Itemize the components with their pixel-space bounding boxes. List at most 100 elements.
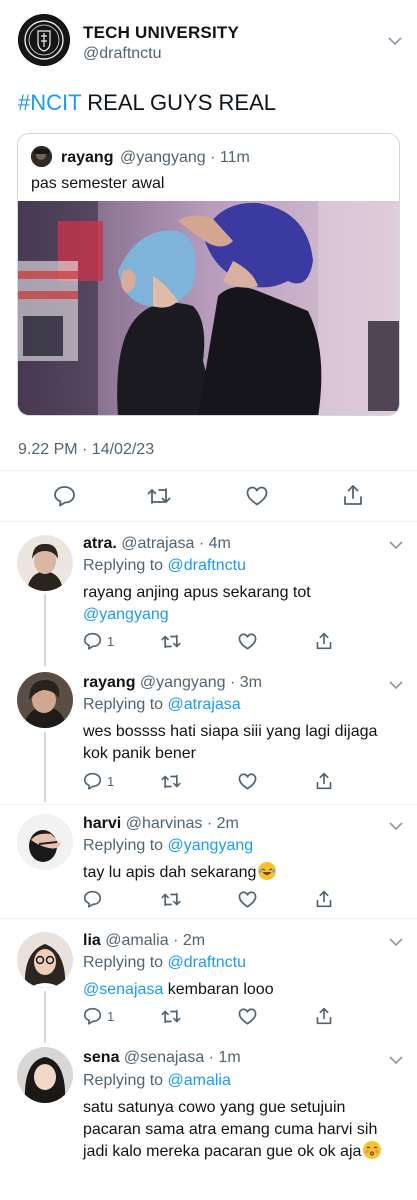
reply-item[interactable]: atra. @atrajasa · 4m Replying to @draftn…: [0, 522, 417, 666]
share-icon: [316, 1007, 332, 1025]
reply-author-meta[interactable]: @yangyang · 3m: [140, 674, 262, 691]
thread-connector-line: [44, 991, 46, 1043]
avatar[interactable]: [17, 1047, 73, 1103]
comment-icon: [83, 890, 102, 908]
tweet-header: TECH UNIVERSITY @draftnctu: [18, 14, 403, 66]
share-icon: [316, 632, 332, 650]
comment-icon: [83, 1007, 102, 1025]
replying-to: Replying to @draftnctu: [83, 557, 246, 575]
reply-item[interactable]: harvi @harvinas · 2m Replying to @yangya…: [0, 805, 417, 920]
reply-text: pacaran sama atra emang cuma harvi sih: [83, 1121, 378, 1138]
replying-to-link[interactable]: @atrajasa: [168, 696, 241, 713]
quoted-tweet-card[interactable]: rayang @yangyang · 11m pas semester awal: [17, 133, 400, 416]
quoted-text: pas semester awal: [31, 175, 165, 192]
avatar[interactable]: [17, 535, 73, 591]
reply-author-meta[interactable]: @atrajasa · 4m: [121, 535, 231, 552]
share-icon: [316, 890, 332, 908]
reply-text: wes bossss hati siapa siii yang lagi dij…: [83, 723, 378, 740]
avatar[interactable]: [17, 932, 73, 988]
chevron-down-icon[interactable]: [388, 937, 404, 947]
reply-button[interactable]: 1: [83, 772, 114, 790]
chevron-down-icon[interactable]: [387, 36, 403, 46]
chevron-down-icon[interactable]: [388, 1055, 404, 1065]
reply-button[interactable]: [83, 890, 102, 908]
comment-icon: [83, 632, 102, 650]
replying-to-link[interactable]: @amalia: [168, 1072, 231, 1089]
thread-connector-line: [44, 732, 46, 802]
like-button[interactable]: [238, 633, 257, 650]
reply-author-name[interactable]: harvi: [83, 815, 121, 832]
replying-to: Replying to @yangyang: [83, 837, 253, 855]
replying-to-link[interactable]: @draftnctu: [168, 557, 247, 574]
like-button[interactable]: [238, 773, 257, 790]
tweet-timestamp[interactable]: 9.22 PM · 14/02/23: [18, 441, 154, 459]
share-button[interactable]: [315, 632, 333, 650]
retweet-button[interactable]: [161, 1008, 181, 1025]
reply-body: rayang anjing apus sekarang tot @yangyan…: [83, 582, 403, 626]
share-icon: [344, 485, 362, 505]
mention-link[interactable]: @yangyang: [83, 604, 403, 626]
retweet-button[interactable]: [161, 633, 181, 650]
reply-author-meta[interactable]: @amalia · 2m: [105, 932, 205, 949]
reply-author-meta[interactable]: @harvinas · 2m: [126, 815, 239, 832]
reply-text: kok panik bener: [83, 745, 196, 762]
reply-author-name[interactable]: lia: [83, 932, 101, 949]
kissing-emoji-icon: [363, 1141, 382, 1159]
account-handle[interactable]: @draftnctu: [83, 45, 162, 63]
laughing-emoji-icon: [258, 862, 277, 880]
quoted-avatar: [31, 146, 52, 167]
reply-header: harvi @harvinas · 2m: [83, 815, 239, 833]
reply-author-name[interactable]: atra.: [83, 535, 117, 552]
reply-author-name[interactable]: rayang: [83, 674, 135, 691]
like-button[interactable]: [238, 1008, 257, 1025]
like-button[interactable]: [238, 891, 257, 908]
reply-text: satu satunya cowo yang gue setujuin: [83, 1099, 346, 1116]
replying-to-link[interactable]: @draftnctu: [168, 954, 247, 971]
replying-to: Replying to @amalia: [83, 1072, 231, 1090]
share-button[interactable]: [315, 1007, 333, 1025]
share-button[interactable]: [315, 772, 333, 790]
avatar[interactable]: [17, 672, 73, 728]
retweet-button[interactable]: [161, 891, 181, 908]
reply-button[interactable]: [53, 485, 76, 507]
thread-connector-line: [44, 594, 46, 666]
replying-to-link[interactable]: @yangyang: [168, 837, 254, 854]
reply-button[interactable]: 1: [83, 1007, 114, 1025]
chevron-down-icon[interactable]: [388, 821, 404, 831]
heart-icon: [238, 773, 257, 790]
replying-to-label: Replying to: [83, 696, 168, 713]
hashtag-link[interactable]: #NCIT: [18, 90, 81, 115]
reply-text: kembaran looo: [163, 981, 274, 998]
share-button[interactable]: [315, 890, 333, 908]
reply-body: satu satunya cowo yang gue setujuin paca…: [83, 1097, 413, 1163]
reply-author-name[interactable]: sena: [83, 1049, 119, 1066]
chevron-down-icon[interactable]: [388, 680, 404, 690]
reply-body: wes bossss hati siapa siii yang lagi dij…: [83, 721, 403, 765]
like-button[interactable]: [246, 486, 268, 506]
quoted-name: rayang: [61, 149, 114, 166]
retweet-button[interactable]: [161, 773, 181, 790]
reply-item[interactable]: lia @amalia · 2m Replying to @draftnctu …: [0, 919, 417, 1043]
replying-to-label: Replying to: [83, 837, 168, 854]
retweet-icon: [161, 892, 181, 907]
account-name[interactable]: TECH UNIVERSITY: [83, 23, 239, 43]
reply-button[interactable]: 1: [83, 632, 114, 650]
reply-text: jadi kalo mereka pacaran gue ok ok aja: [83, 1143, 362, 1160]
replying-to-label: Replying to: [83, 954, 168, 971]
reply-author-meta[interactable]: @senajasa · 1m: [124, 1049, 241, 1066]
quoted-image[interactable]: [18, 201, 400, 416]
avatar[interactable]: [17, 814, 73, 870]
mention-link[interactable]: @senajasa: [83, 981, 163, 998]
reply-item[interactable]: rayang @yangyang · 3m Replying to @atraj…: [0, 664, 417, 806]
reply-item[interactable]: sena @senajasa · 1m Replying to @amalia …: [0, 1043, 417, 1200]
reply-header: lia @amalia · 2m: [83, 932, 205, 950]
share-button[interactable]: [342, 484, 364, 506]
reply-text: tay lu apis dah sekarang: [83, 864, 257, 881]
retweet-button[interactable]: [147, 486, 171, 506]
replying-to-label: Replying to: [83, 557, 168, 574]
chevron-down-icon[interactable]: [388, 540, 404, 550]
reply-header: rayang @yangyang · 3m: [83, 674, 262, 692]
share-icon: [316, 772, 332, 790]
reply-body: @senajasa kembaran looo: [83, 979, 403, 1001]
university-logo-avatar[interactable]: [18, 14, 70, 66]
